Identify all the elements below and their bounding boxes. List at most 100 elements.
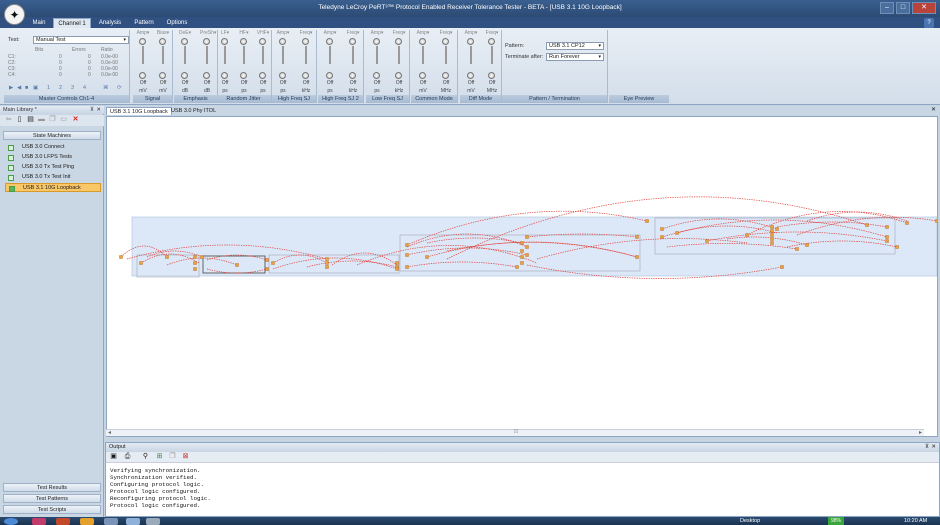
max-knob-icon[interactable] [467,38,474,45]
test-results-header[interactable]: Test Results [3,483,101,492]
state-node[interactable] [525,245,529,249]
state-node[interactable] [770,241,774,245]
state-node[interactable] [795,247,799,251]
min-knob-icon[interactable] [442,72,449,79]
chrome-icon[interactable] [80,518,94,525]
test-select[interactable]: Manual Test ▾ [33,36,129,44]
max-knob-icon[interactable] [279,38,286,45]
state-machine-item[interactable]: USB 3.0 Tx Test Init [5,173,101,182]
tab-options[interactable]: Options [162,18,192,28]
min-knob-icon[interactable] [221,72,228,79]
battery-indicator[interactable]: 98% [828,517,844,525]
slider-track[interactable] [224,46,226,64]
max-knob-icon[interactable] [240,38,247,45]
min-knob-icon[interactable] [373,72,380,79]
state-node[interactable] [805,243,809,247]
slider-track[interactable] [376,46,378,64]
min-knob-icon[interactable] [139,72,146,79]
maximize-button[interactable]: □ [896,2,910,14]
max-knob-icon[interactable] [419,38,426,45]
state-node[interactable] [515,265,519,269]
state-node[interactable] [770,233,774,237]
control-label[interactable]: Freq▾ [485,30,499,36]
slider-track[interactable] [282,46,284,64]
max-knob-icon[interactable] [349,38,356,45]
control-label[interactable]: PreSh▾ [200,30,216,36]
min-knob-icon[interactable] [203,72,210,79]
slider-track[interactable] [352,46,354,64]
open-icon[interactable]: ▤ [26,116,35,124]
output-close-icon[interactable]: ✕ [931,443,936,452]
max-knob-icon[interactable] [373,38,380,45]
state-node[interactable] [660,235,664,239]
control-label[interactable]: Amp▾ [370,30,384,36]
slider-track[interactable] [491,46,493,64]
max-knob-icon[interactable] [326,38,333,45]
explorer-icon[interactable] [104,518,118,525]
tab-usb30-phy-itol[interactable]: USB 3.0 Phy ITOL [168,107,219,115]
onenote-icon[interactable] [32,518,46,525]
save-icon[interactable]: ▬ [37,116,46,124]
powerpoint-icon[interactable] [56,518,70,525]
pattern-select[interactable]: USB 3.1 CP12 ▾ [546,42,604,50]
tab-pattern[interactable]: Pattern [129,18,159,28]
min-knob-icon[interactable] [302,72,309,79]
help-button[interactable]: ? [924,18,934,28]
prev-icon[interactable]: ◀ [17,85,21,91]
state-node[interactable] [705,239,709,243]
scroll-left-icon[interactable]: ◂ [108,429,111,436]
state-node[interactable] [675,231,679,235]
state-node[interactable] [405,253,409,257]
state-node[interactable] [325,265,329,269]
state-node[interactable] [325,257,329,261]
slider-track[interactable] [243,46,245,64]
min-knob-icon[interactable] [467,72,474,79]
start-icon[interactable] [4,518,18,525]
slider-track[interactable] [398,46,400,64]
state-node[interactable] [635,255,639,259]
clock[interactable]: 10:20 AM [904,518,927,524]
chain-icon[interactable]: ⌘ [103,85,109,91]
control-label[interactable]: Freq▾ [346,30,360,36]
state-node[interactable] [271,261,275,265]
state-node[interactable] [770,225,774,229]
state-node[interactable] [139,261,143,265]
state-node[interactable] [885,235,889,239]
min-knob-icon[interactable] [240,72,247,79]
min-knob-icon[interactable] [488,72,495,79]
scroll-grip-icon[interactable]: ⁞⁞⁞ [514,429,518,435]
max-knob-icon[interactable] [259,38,266,45]
state-node[interactable] [525,253,529,257]
step-3-button[interactable]: 3 [71,85,74,91]
paste-icon[interactable]: ▭ [59,116,68,124]
state-node[interactable] [660,227,664,231]
print-icon[interactable]: ⎙ [123,453,132,461]
state-node[interactable] [425,255,429,259]
tab-analysis[interactable]: Analysis [94,18,126,28]
state-node[interactable] [395,267,399,271]
step-2-button[interactable]: 2 [59,85,62,91]
state-node[interactable] [520,241,524,245]
state-node[interactable] [885,225,889,229]
state-node[interactable] [645,219,649,223]
max-knob-icon[interactable] [139,38,146,45]
control-label[interactable]: Bias▾ [156,30,170,36]
max-knob-icon[interactable] [221,38,228,45]
new-icon[interactable]: ▯ [15,116,24,124]
doc-close-icon[interactable]: ✕ [931,106,936,113]
slider-track[interactable] [184,46,186,64]
step-1-button[interactable]: 1 [47,85,50,91]
state-node[interactable] [635,235,639,239]
min-knob-icon[interactable] [259,72,266,79]
control-label[interactable]: Freq▾ [299,30,313,36]
state-node[interactable] [395,261,399,265]
pert-taskbar-icon[interactable] [146,518,160,525]
state-node[interactable] [895,245,899,249]
state-node[interactable] [775,227,779,231]
output-pin-icon[interactable]: ⊼ [925,443,929,452]
copy-output-icon[interactable]: ❐ [168,453,177,461]
min-knob-icon[interactable] [181,72,188,79]
min-knob-icon[interactable] [279,72,286,79]
add-icon[interactable]: ⊞ [155,453,164,461]
state-machine-item[interactable]: USB 3.0 Tx Test Ping [5,163,101,172]
